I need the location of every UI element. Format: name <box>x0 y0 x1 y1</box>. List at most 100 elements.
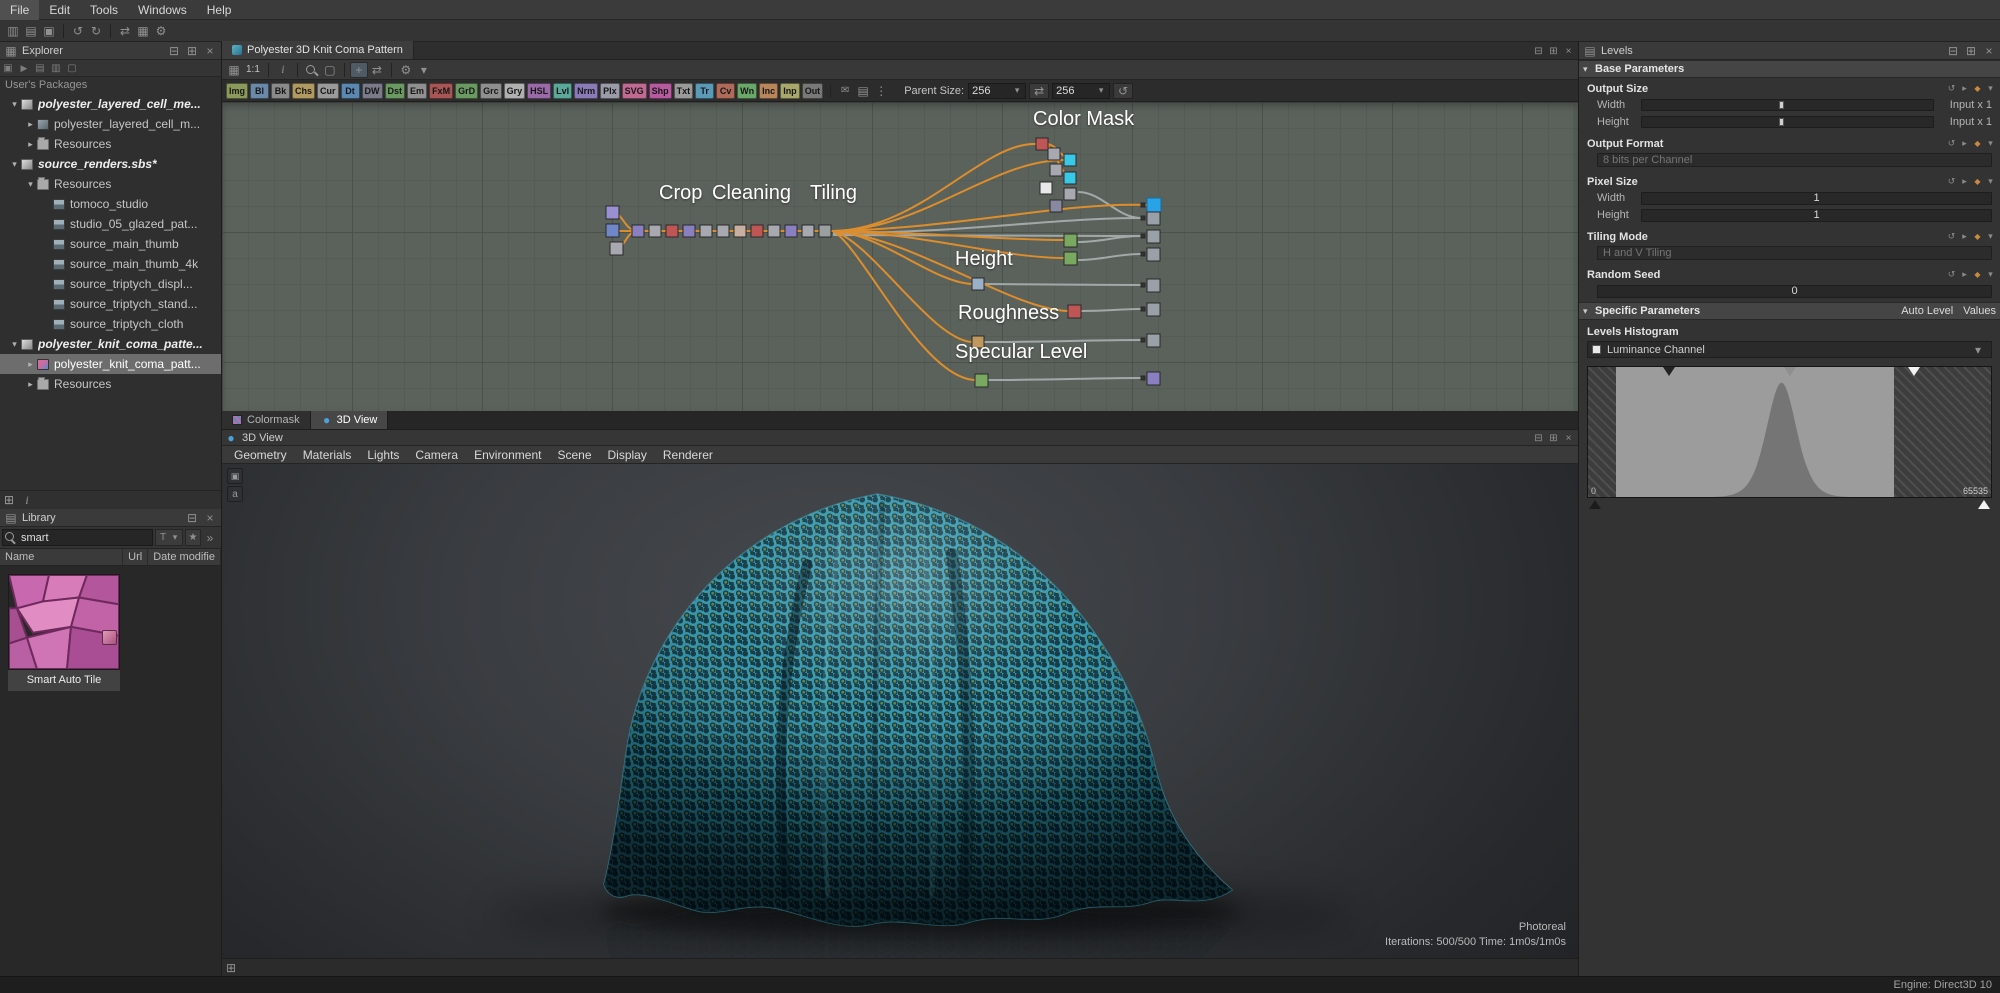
undock-icon[interactable] <box>1944 42 1962 60</box>
zoom-actual-button[interactable]: 1:1 <box>243 64 263 75</box>
parent-width-select[interactable]: 256 <box>968 83 1026 99</box>
tree-item[interactable]: tomoco_studio <box>0 194 221 214</box>
3d-menu-camera[interactable]: Camera <box>407 446 466 464</box>
close-icon[interactable] <box>1561 431 1576 446</box>
node-type-txt[interactable]: Txt <box>674 83 694 99</box>
random-seed-input[interactable]: 0 <box>1597 285 1992 298</box>
pixel-width-input[interactable]: 1 <box>1641 192 1992 205</box>
menu-icon[interactable] <box>1984 268 1997 281</box>
undock-icon[interactable] <box>183 509 201 527</box>
size-link-button[interactable] <box>1029 83 1049 99</box>
collapse-all-icon[interactable] <box>64 61 80 76</box>
graph-view-icon[interactable] <box>0 491 18 509</box>
node-type-grd[interactable]: GrD <box>455 83 478 99</box>
library-column-name[interactable]: Name <box>0 549 123 565</box>
open-file-icon[interactable] <box>22 22 40 40</box>
library-search-input[interactable] <box>2 529 153 546</box>
3d-menu-materials[interactable]: Materials <box>295 446 360 464</box>
output-height-slider[interactable] <box>1641 116 1934 128</box>
expand-icon[interactable] <box>1958 82 1971 95</box>
base-parameters-section[interactable]: ▾ Base Parameters <box>1579 60 2000 78</box>
tab-colormask[interactable]: Colormask <box>222 410 311 429</box>
node-type-out[interactable]: Out <box>802 83 824 99</box>
expand-icon[interactable] <box>1958 175 1971 188</box>
node-type-svg[interactable]: SVG <box>622 83 647 99</box>
graph-settings-icon[interactable] <box>397 62 415 78</box>
menu-icon[interactable] <box>1984 230 1997 243</box>
maximize-icon[interactable] <box>1546 431 1561 446</box>
comment-icon[interactable] <box>836 82 854 100</box>
close-icon[interactable] <box>201 509 219 527</box>
tree-item[interactable]: source_main_thumb <box>0 234 221 254</box>
info-icon[interactable] <box>274 62 292 78</box>
filter-icon[interactable] <box>48 61 64 76</box>
tree-item[interactable]: ▾ polyester_knit_coma_patte... <box>0 334 221 354</box>
function-icon[interactable] <box>1971 230 1984 243</box>
text-filter-button[interactable] <box>155 529 183 546</box>
menu-icon[interactable] <box>1984 82 1997 95</box>
reset-icon[interactable] <box>1945 230 1958 243</box>
node-graph-canvas[interactable]: Crop Cleaning Tiling Color Mask Height R… <box>222 102 1578 411</box>
undock-icon[interactable] <box>1531 431 1546 446</box>
undock-icon[interactable] <box>165 42 183 60</box>
node-type-bk[interactable]: Bk <box>271 83 290 99</box>
zoom-icon[interactable] <box>303 62 321 78</box>
3d-menu-lights[interactable]: Lights <box>359 446 407 464</box>
chevron-down-icon[interactable] <box>415 62 433 78</box>
function-icon[interactable] <box>1971 137 1984 150</box>
settings-icon[interactable] <box>152 22 170 40</box>
tree-item[interactable]: ▸ polyester_layered_cell_m... <box>0 114 221 134</box>
specific-parameters-section[interactable]: ▾ Specific Parameters Auto Level Values <box>1579 302 2000 320</box>
node-type-wn[interactable]: Wn <box>737 83 757 99</box>
tree-item[interactable]: source_triptych_displ... <box>0 274 221 294</box>
reset-icon[interactable] <box>1945 268 1958 281</box>
function-icon[interactable] <box>1971 175 1984 188</box>
node-type-em[interactable]: Em <box>407 83 427 99</box>
tree-item[interactable]: ▾ Resources <box>0 174 221 194</box>
levels-mid-handle[interactable] <box>1784 367 1796 376</box>
tree-item[interactable]: ▸ polyester_knit_coma_patt... <box>0 354 221 374</box>
new-file-icon[interactable] <box>4 22 22 40</box>
maximize-icon[interactable] <box>1546 44 1561 59</box>
tab-3d-view[interactable]: 3D View <box>311 410 389 429</box>
favorites-button[interactable] <box>185 529 201 546</box>
undo-icon[interactable] <box>69 22 87 40</box>
close-icon[interactable] <box>1980 42 1998 60</box>
pixel-height-input[interactable]: 1 <box>1641 209 1992 222</box>
maximize-icon[interactable] <box>1962 42 1980 60</box>
node-type-cv[interactable]: Cv <box>716 83 735 99</box>
info-icon[interactable] <box>18 491 36 509</box>
auto-level-button[interactable]: Auto Level <box>1901 305 1953 317</box>
menu-file[interactable]: File <box>0 0 39 20</box>
reset-icon[interactable] <box>1945 137 1958 150</box>
node-type-hsl[interactable]: HSL <box>527 83 551 99</box>
display-mode-icon[interactable] <box>227 468 243 484</box>
tree-item[interactable]: source_triptych_stand... <box>0 294 221 314</box>
expand-arrow-icon[interactable]: ▾ <box>8 159 21 170</box>
menu-tools[interactable]: Tools <box>80 0 128 20</box>
tree-item[interactable]: ▾ polyester_layered_cell_me... <box>0 94 221 114</box>
function-icon[interactable] <box>1971 268 1984 281</box>
close-icon[interactable] <box>201 42 219 60</box>
menu-help[interactable]: Help <box>197 0 242 20</box>
expand-icon[interactable] <box>1958 268 1971 281</box>
node-type-tr[interactable]: Tr <box>695 83 714 99</box>
graph-document-tab[interactable]: Polyester 3D Knit Coma Pattern <box>222 41 414 59</box>
menu-icon[interactable] <box>1984 137 1997 150</box>
tree-item[interactable]: source_main_thumb_4k <box>0 254 221 274</box>
view-mode-icon[interactable] <box>32 61 48 76</box>
menu-edit[interactable]: Edit <box>39 0 80 20</box>
3d-menu-scene[interactable]: Scene <box>549 446 599 464</box>
output-high-handle[interactable] <box>1978 500 1990 509</box>
expand-arrow-icon[interactable]: ▾ <box>24 179 37 190</box>
save-icon[interactable] <box>40 22 58 40</box>
parent-height-select[interactable]: 256 <box>1052 83 1110 99</box>
node-type-inp[interactable]: Inp <box>780 83 800 99</box>
bitmap-icon[interactable] <box>854 82 872 100</box>
function-icon[interactable] <box>1971 82 1984 95</box>
node-type-dw[interactable]: DW <box>362 83 383 99</box>
node-type-shp[interactable]: Shp <box>649 83 672 99</box>
overflow-icon[interactable] <box>201 529 219 547</box>
node-type-grc[interactable]: Grc <box>480 83 502 99</box>
expand-icon[interactable] <box>1958 137 1971 150</box>
